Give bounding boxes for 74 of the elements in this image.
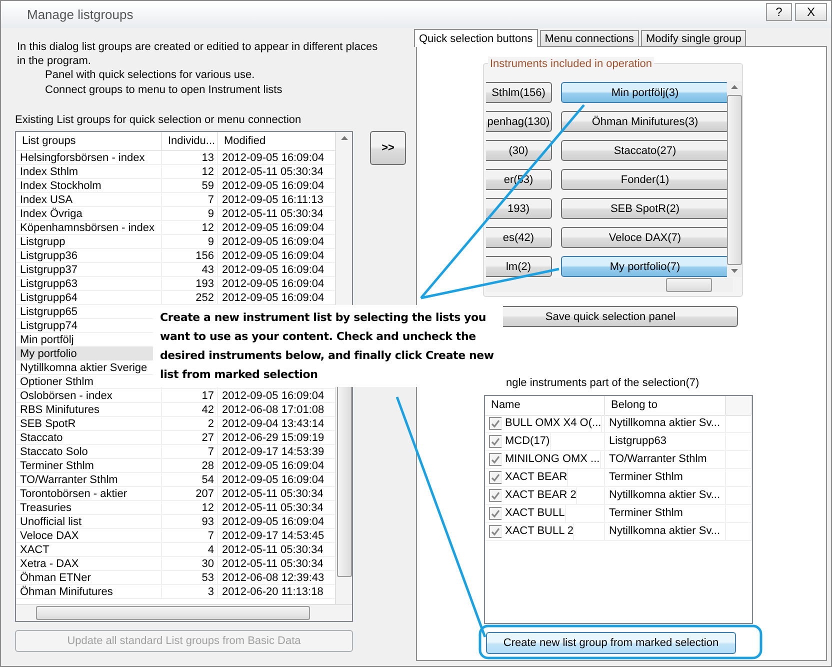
instruction-tooltip: Create a new instrument list by selecting the lists you want to use as your content. Check and uncheck the desired instruments below, and finally click Create new list from marked selection: [153, 305, 503, 387]
table-cell: Listgrupp: [16, 235, 162, 248]
group-title: Instruments included in operation: [488, 57, 654, 71]
table-cell: Oslobörsen - index: [16, 389, 162, 402]
table-cell: Index USA: [16, 193, 162, 206]
window-title: Manage listgroups: [27, 7, 134, 22]
intro-point: Connect groups to menu to open Instrument lists: [44, 83, 284, 98]
table-cell: 54: [162, 473, 218, 486]
table-cell: 4: [162, 543, 218, 556]
table-cell: 93: [162, 515, 218, 528]
table-cell: 17: [162, 389, 218, 402]
table-cell: 207: [162, 487, 218, 500]
table-cell: XACT BEAR 2: [505, 487, 578, 504]
table-cell: Listgrupp63: [605, 433, 726, 450]
table-cell: 156: [162, 249, 218, 262]
table-cell: MINILONG OMX ...: [505, 451, 601, 468]
table-cell: 27: [162, 431, 218, 444]
table-cell: 42: [162, 403, 218, 416]
table-cell: Köpenhamnsbörsen - index: [16, 221, 162, 234]
table-cell: 12: [162, 165, 218, 178]
table-cell: 7: [162, 529, 218, 542]
table-cell: 43: [162, 263, 218, 276]
table-cell: 252: [162, 291, 218, 304]
table-cell: Öhman ETNer: [16, 571, 162, 584]
table-cell: 7: [162, 193, 218, 206]
table-cell: 9: [162, 207, 218, 220]
table-cell: XACT BULL: [505, 505, 566, 522]
table-cell: XACT: [16, 543, 162, 556]
table-cell: BULL OMX X4 O(...: [505, 415, 602, 432]
table-cell: SEB SpotR: [16, 417, 162, 430]
table-cell: Torontobörsen - aktier: [16, 487, 162, 500]
table-cell: Terminer Sthlm: [605, 469, 726, 486]
table-cell: Staccato Solo: [16, 445, 162, 458]
table-cell: Index Övriga: [16, 207, 162, 220]
intro-point: Panel with quick selections for various use.: [44, 68, 256, 83]
table-cell: Staccato: [16, 431, 162, 444]
table-cell: 13: [162, 151, 218, 164]
table-cell: Index Sthlm: [16, 165, 162, 178]
table-cell: 193: [162, 277, 218, 290]
intro-text: In this dialog list groups are created or editied to appear in different places in the program.: [17, 40, 379, 68]
table-cell: 2: [162, 417, 218, 430]
table-cell: 3: [162, 585, 218, 598]
table-cell: Öhman Minifutures: [16, 585, 162, 598]
table-cell: XACT BULL 2: [505, 523, 574, 540]
table-cell: Treasuries: [16, 501, 162, 514]
table-cell: Listgrupp36: [16, 249, 162, 262]
table-cell: Veloce DAX: [16, 529, 162, 542]
table-cell: 28: [162, 459, 218, 472]
table-cell: MCD(17): [505, 433, 551, 450]
table-cell: 7: [162, 445, 218, 458]
table-cell: Xetra - DAX: [16, 557, 162, 570]
table-cell: 53: [162, 571, 218, 584]
table-cell: Listgrupp37: [16, 263, 162, 276]
table-cell: XACT BEAR: [505, 469, 568, 486]
table-cell: Index Stockholm: [16, 179, 162, 192]
table-cell: TO/Warranter Sthlm: [16, 473, 162, 486]
table-cell: Nytillkomna aktier Sv...: [605, 415, 726, 432]
table-cell: 9: [162, 235, 218, 248]
table-cell: Helsingforsbörsen - index: [16, 151, 162, 164]
table-cell: 12: [162, 221, 218, 234]
table-cell: 12: [162, 501, 218, 514]
table-cell: 59: [162, 179, 218, 192]
table-cell: Nytillkomna aktier Sv...: [605, 523, 726, 540]
table-cell: RBS Minifutures: [16, 403, 162, 416]
instruments-label: ngle instruments part of the selection(7): [506, 376, 700, 390]
table-cell: Listgrupp63: [16, 277, 162, 290]
table-cell: Unofficial list: [16, 515, 162, 528]
table-cell: Nytillkomna aktier Sv...: [605, 487, 726, 504]
list-label: Existing List groups for quick selection or menu connection: [15, 113, 302, 127]
table-cell: Terminer Sthlm: [605, 505, 726, 522]
table-cell: 30: [162, 557, 218, 570]
table-cell: TO/Warranter Sthlm: [605, 451, 726, 468]
table-cell: Listgrupp64: [16, 291, 162, 304]
table-cell: Terminer Sthlm: [16, 459, 162, 472]
